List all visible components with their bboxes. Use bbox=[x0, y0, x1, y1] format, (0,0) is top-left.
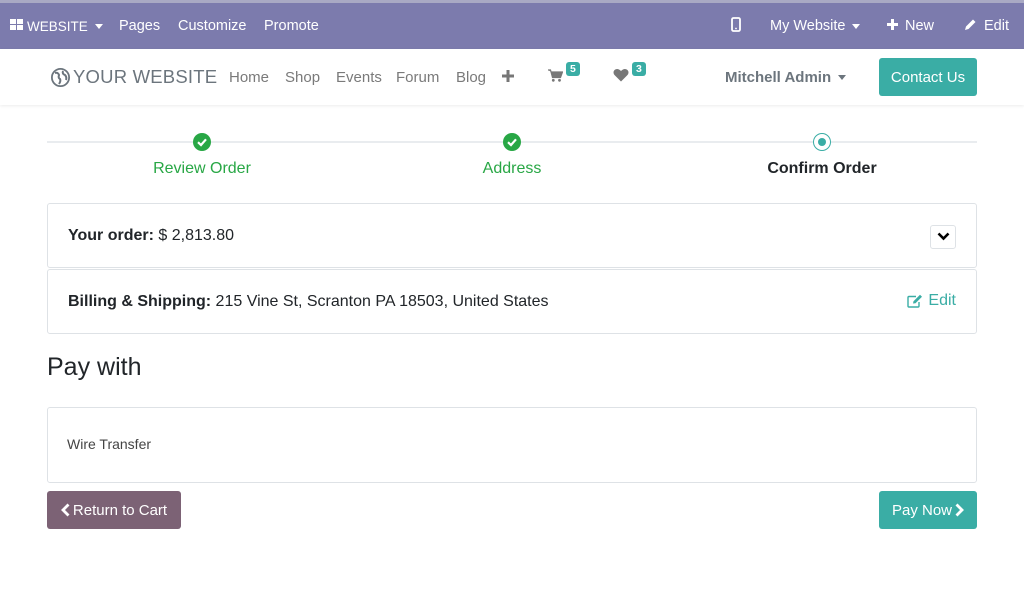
chevron-right-icon bbox=[955, 503, 964, 517]
edit-icon bbox=[907, 294, 923, 308]
pay-now-button[interactable]: Pay Now bbox=[879, 491, 977, 529]
payment-method-label: Wire Transfer bbox=[67, 436, 152, 452]
website-menu-label: WEBSITE bbox=[27, 18, 88, 34]
globe-icon bbox=[51, 67, 70, 87]
chevron-down-icon bbox=[937, 228, 950, 246]
heart-icon bbox=[613, 68, 629, 86]
chevron-left-icon bbox=[60, 503, 70, 517]
add-menu-item-button[interactable] bbox=[502, 49, 514, 105]
edit-button[interactable]: Edit bbox=[964, 3, 1009, 49]
billing-shipping: Billing & Shipping: 215 Vine St, Scranto… bbox=[68, 293, 549, 311]
order-summary: Your order: $ 2,813.80 bbox=[68, 227, 234, 245]
order-details-toggle[interactable] bbox=[930, 225, 956, 249]
order-total: $ 2,813.80 bbox=[158, 227, 235, 244]
cart-count-badge: 5 bbox=[566, 62, 580, 76]
chevron-down-icon bbox=[838, 74, 847, 80]
admin-bar: WEBSITE Pages Customize Promote My Websi… bbox=[0, 0, 1024, 49]
user-name: Mitchell Admin bbox=[725, 68, 832, 86]
plus-icon bbox=[887, 18, 898, 34]
nav-shop[interactable]: Shop bbox=[285, 49, 320, 105]
website-menu[interactable]: WEBSITE bbox=[10, 3, 103, 49]
check-circle-icon bbox=[193, 133, 211, 151]
edit-label: Edit bbox=[984, 18, 1009, 34]
new-label: New bbox=[905, 18, 935, 34]
apps-grid-icon bbox=[10, 18, 23, 34]
edit-address-link[interactable]: Edit bbox=[907, 292, 956, 310]
pay-now-label: Pay Now bbox=[891, 501, 953, 519]
site-logo[interactable]: YOUR WEBSITE bbox=[51, 62, 217, 92]
my-website-label: My Website bbox=[770, 18, 846, 34]
pencil-icon bbox=[964, 18, 977, 35]
mobile-preview-button[interactable] bbox=[731, 3, 741, 49]
mobile-icon bbox=[731, 16, 741, 36]
promote-menu[interactable]: Promote bbox=[264, 3, 319, 49]
cart-link[interactable]: 5 bbox=[548, 49, 580, 105]
logo-text: YOUR WEBSITE bbox=[73, 66, 218, 87]
new-button[interactable]: New bbox=[887, 3, 934, 49]
my-website-menu[interactable]: My Website bbox=[770, 3, 861, 49]
wishlist-count-badge: 3 bbox=[632, 62, 646, 76]
payment-method-card[interactable]: Wire Transfer bbox=[47, 407, 977, 483]
chevron-down-icon bbox=[94, 23, 103, 29]
customize-menu[interactable]: Customize bbox=[178, 3, 247, 49]
plus-icon bbox=[502, 69, 514, 86]
nav-events[interactable]: Events bbox=[336, 49, 382, 105]
chevron-down-icon bbox=[852, 23, 861, 29]
billing-address: 215 Vine St, Scranton PA 18503, United S… bbox=[215, 293, 549, 310]
pages-menu[interactable]: Pages bbox=[119, 3, 160, 49]
shopping-cart-icon bbox=[548, 68, 564, 86]
step-confirm-order: Confirm Order bbox=[767, 160, 877, 177]
check-circle-icon bbox=[503, 133, 521, 151]
return-to-cart-label: Return to Cart bbox=[72, 501, 168, 519]
billing-label: Billing & Shipping: bbox=[68, 293, 212, 310]
step-address[interactable]: Address bbox=[412, 160, 612, 178]
return-to-cart-button[interactable]: Return to Cart bbox=[47, 491, 181, 529]
contact-us-button[interactable]: Contact Us bbox=[879, 58, 977, 96]
order-label: Your order: bbox=[68, 227, 154, 244]
step-review-order[interactable]: Review Order bbox=[102, 160, 302, 178]
user-menu[interactable]: Mitchell Admin bbox=[725, 49, 847, 105]
nav-forum[interactable]: Forum bbox=[396, 49, 439, 105]
order-summary-card: Your order: $ 2,813.80 bbox=[47, 203, 977, 268]
nav-blog[interactable]: Blog bbox=[456, 49, 486, 105]
edit-address-label: Edit bbox=[928, 292, 956, 309]
nav-home[interactable]: Home bbox=[229, 49, 269, 105]
pay-with-heading: Pay with bbox=[47, 353, 142, 381]
wishlist-link[interactable]: 3 bbox=[613, 49, 646, 105]
billing-shipping-card: Billing & Shipping: 215 Vine St, Scranto… bbox=[47, 269, 977, 334]
site-navbar: YOUR WEBSITE Home Shop Events Forum Blog… bbox=[0, 49, 1024, 105]
current-step-icon bbox=[813, 133, 831, 151]
